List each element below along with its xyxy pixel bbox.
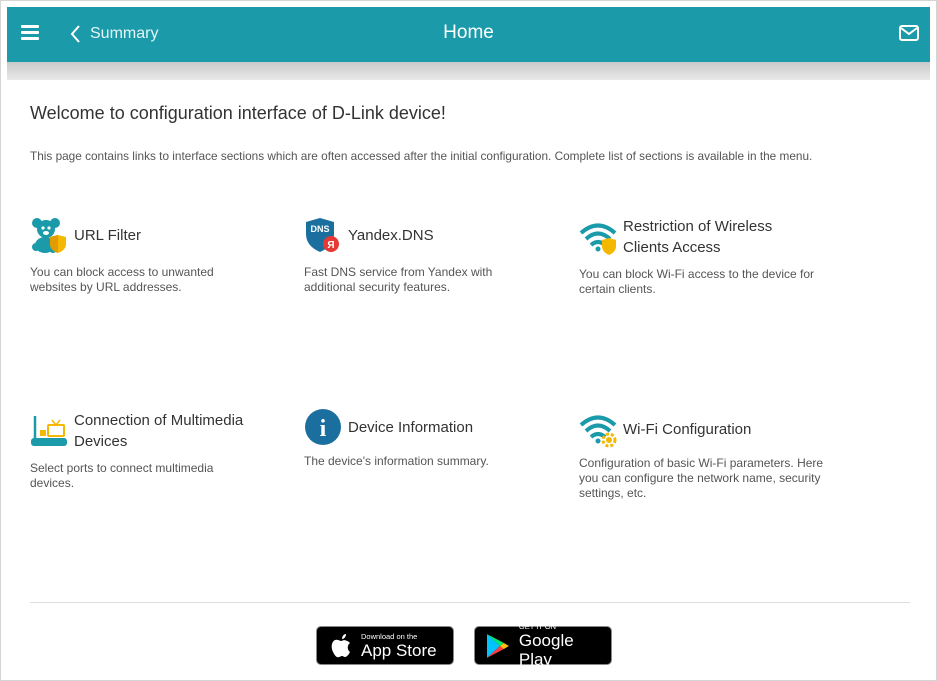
mail-icon[interactable]: [899, 25, 919, 41]
svg-text:i: i: [320, 416, 327, 442]
google-play-badge[interactable]: GET IT ON Google Play: [474, 622, 612, 669]
wireless-restriction-desc: You can block Wi-Fi access to the device…: [579, 267, 814, 296]
wireless-restriction-link[interactable]: Restriction of Wireless Clients Access: [579, 216, 839, 258]
app-store-badge[interactable]: Download on the App Store: [316, 626, 454, 665]
device-info-link[interactable]: i Device Information: [304, 408, 564, 446]
multimedia-link[interactable]: Connection of Multimedia Devices: [30, 410, 290, 452]
card-device-info: i Device Information The device's inform…: [304, 408, 564, 469]
google-play-big: Google Play: [518, 631, 574, 669]
device-info-title: Device Information: [348, 418, 474, 436]
apple-icon: [331, 633, 350, 657]
yandex-dns-desc: Fast DNS service from Yandex with additi…: [304, 265, 493, 294]
wifi-gear-icon: [579, 415, 617, 448]
google-play-small: GET IT ON: [518, 622, 557, 631]
card-multimedia: Connection of Multimedia Devices Select …: [30, 410, 290, 491]
multimedia-desc: Select ports to connect multimedia devic…: [30, 461, 214, 490]
app-store-small: Download on the: [361, 631, 418, 641]
url-filter-title: URL Filter: [74, 226, 141, 244]
yandex-dns-title: Yandex.DNS: [348, 226, 434, 244]
card-wifi-config: Wi-Fi Configuration Configuration of bas…: [579, 410, 839, 501]
card-wireless-restriction: Restriction of Wireless Clients Access Y…: [579, 216, 839, 297]
wifi-config-desc: Configuration of basic Wi-Fi parameters.…: [579, 456, 824, 500]
top-bar: Summary Home: [7, 7, 930, 62]
intro-text: This page contains links to interface se…: [30, 149, 813, 163]
wifi-config-title: Wi-Fi Configuration: [623, 420, 752, 438]
device-info-desc: The device's information summary.: [304, 454, 489, 468]
svg-text:Я: Я: [327, 240, 334, 251]
footer-divider: [30, 602, 910, 603]
wifi-config-link[interactable]: Wi-Fi Configuration: [579, 410, 839, 448]
wifi-shield-icon: [579, 223, 617, 255]
header-shadow: [7, 62, 930, 80]
app-store-big: App Store: [361, 640, 437, 660]
wireless-restriction-title: Restriction of Wireless Clients Access: [623, 218, 773, 256]
teddy-bear-shield-icon: [32, 218, 66, 253]
welcome-heading: Welcome to configuration interface of D-…: [30, 103, 446, 123]
dns-shield-icon: DNS Я: [306, 218, 339, 252]
url-filter-desc: You can block access to unwanted website…: [30, 265, 214, 294]
info-icon: i: [305, 409, 341, 445]
yandex-dns-link[interactable]: DNS Я Yandex.DNS: [304, 216, 564, 254]
url-filter-link[interactable]: URL Filter: [30, 216, 290, 254]
multimedia-title: Connection of Multimedia Devices: [74, 412, 244, 450]
google-play-icon: [486, 633, 509, 658]
router-tv-icon: [31, 416, 67, 446]
card-yandex-dns: DNS Я Yandex.DNS Fast DNS service from Y…: [304, 216, 564, 295]
svg-text:DNS: DNS: [310, 224, 329, 234]
page-title: Home: [443, 22, 494, 43]
card-url-filter: URL Filter You can block access to unwan…: [30, 216, 290, 295]
